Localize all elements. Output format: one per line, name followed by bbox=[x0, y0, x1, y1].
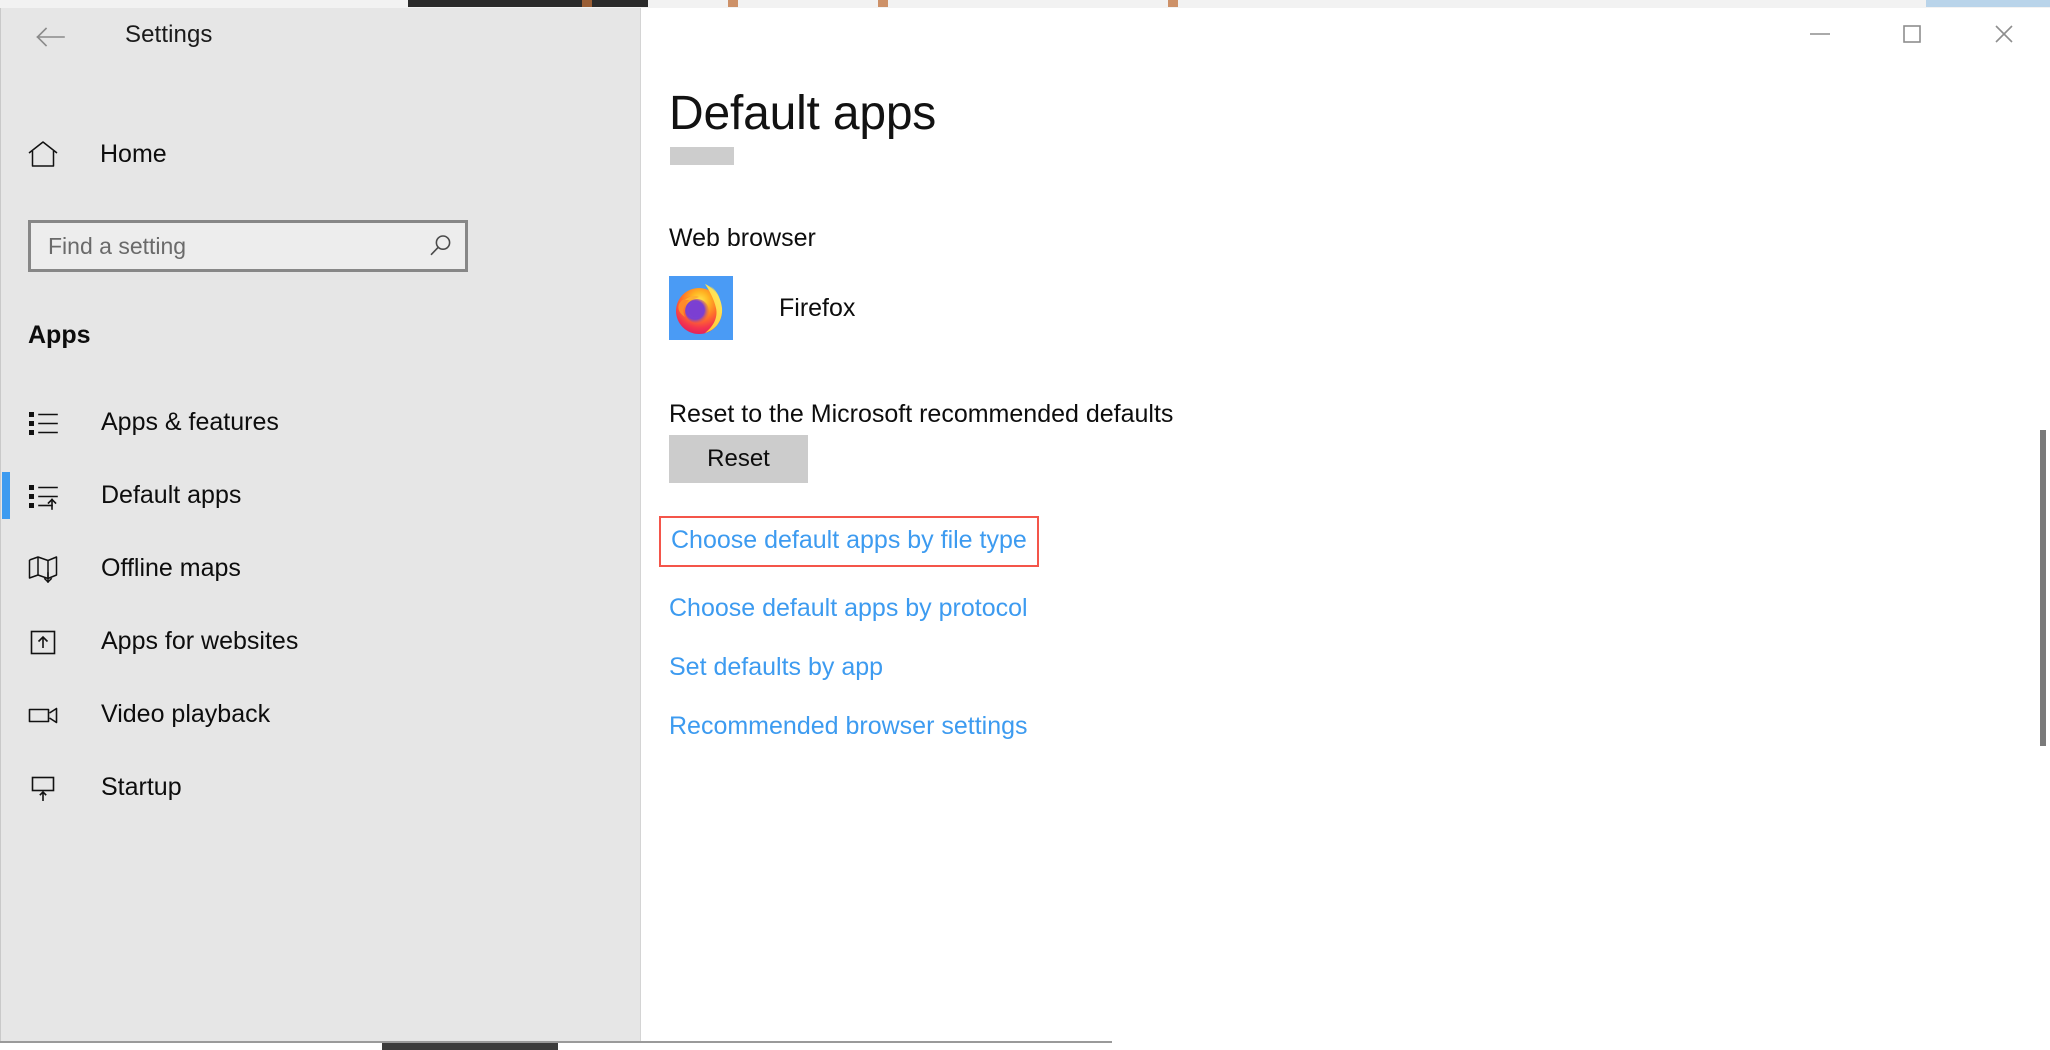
sidebar-item-home[interactable]: Home bbox=[27, 128, 607, 180]
background-window-blue-tab bbox=[1926, 0, 2050, 7]
sidebar-item-apps-features[interactable]: Apps & features bbox=[1, 386, 642, 459]
sidebar-item-apps-for-websites[interactable]: Apps for websites bbox=[1, 605, 642, 678]
box-arrow-up-icon bbox=[28, 627, 74, 657]
list-arrow-up-icon bbox=[28, 481, 74, 511]
search-icon[interactable] bbox=[415, 233, 465, 259]
window-controls bbox=[1774, 8, 2050, 59]
sidebar-item-video-playback[interactable]: Video playback bbox=[1, 678, 642, 751]
firefox-icon[interactable] bbox=[669, 276, 733, 340]
page-title: Default apps bbox=[669, 87, 937, 140]
background-window-accent-2 bbox=[728, 0, 738, 7]
settings-window: Settings Home Find a setting Apps Apps &… bbox=[0, 8, 2050, 1044]
background-window-accent-1 bbox=[582, 0, 592, 7]
link-choose-default-apps-by-protocol[interactable]: Choose default apps by protocol bbox=[669, 594, 1028, 623]
sidebar-item-label: Offline maps bbox=[101, 554, 241, 582]
video-camera-icon bbox=[28, 700, 74, 730]
sidebar-item-label: Apps & features bbox=[101, 408, 279, 436]
sidebar-item-label: Default apps bbox=[101, 481, 242, 509]
background-window-accent-4 bbox=[1168, 0, 1178, 7]
content-scrollbar[interactable] bbox=[2036, 8, 2050, 1042]
app-title: Settings bbox=[125, 21, 213, 48]
search-box[interactable] bbox=[28, 220, 468, 272]
sidebar-item-default-apps[interactable]: Default apps bbox=[1, 459, 642, 532]
sidebar-item-label: Video playback bbox=[101, 700, 271, 728]
back-button[interactable] bbox=[27, 14, 75, 60]
sidebar-item-home-label: Home bbox=[100, 139, 167, 168]
highlight-annotation: Choose default apps by file type bbox=[659, 516, 1039, 567]
maximize-button[interactable] bbox=[1866, 8, 1958, 59]
list-bullets-icon bbox=[28, 408, 74, 438]
minimize-button[interactable] bbox=[1774, 8, 1866, 59]
default-apps-links: Choose default apps by file type Choose … bbox=[659, 516, 1869, 756]
default-browser-name: Firefox bbox=[779, 293, 856, 322]
subtitle-placeholder bbox=[670, 147, 734, 165]
group-label-web-browser: Web browser bbox=[669, 224, 816, 252]
link-row-file-type: Choose default apps by file type bbox=[659, 516, 1869, 579]
default-browser-row[interactable]: Firefox bbox=[669, 276, 855, 340]
reset-description: Reset to the Microsoft recommended defau… bbox=[669, 400, 1174, 428]
link-choose-default-apps-by-file-type[interactable]: Choose default apps by file type bbox=[671, 526, 1027, 555]
monitor-arrow-up-icon bbox=[28, 773, 74, 803]
taskbar-sliver bbox=[382, 1043, 558, 1050]
main-content: Default apps Web browser Firefox Reset t… bbox=[642, 8, 2050, 1042]
background-window-dark-tab bbox=[408, 0, 648, 7]
scrollbar-thumb[interactable] bbox=[2040, 430, 2046, 746]
sidebar-section-title: Apps bbox=[28, 321, 91, 349]
link-row-set-defaults-by-app: Set defaults by app bbox=[669, 638, 1869, 697]
sidebar-item-startup[interactable]: Startup bbox=[1, 751, 642, 824]
settings-sidebar: Settings Home Find a setting Apps Apps &… bbox=[0, 8, 641, 1042]
background-window-accent-3 bbox=[878, 0, 888, 7]
link-set-defaults-by-app[interactable]: Set defaults by app bbox=[669, 653, 883, 682]
sidebar-item-label: Apps for websites bbox=[101, 627, 299, 655]
search-input[interactable] bbox=[31, 222, 415, 270]
sidebar-nav-list: Apps & features Default apps Offline map… bbox=[1, 386, 642, 824]
reset-button[interactable]: Reset bbox=[669, 435, 808, 483]
map-download-icon bbox=[28, 554, 74, 584]
home-icon bbox=[27, 139, 73, 169]
link-row-recommended-browser-settings: Recommended browser settings bbox=[669, 697, 1869, 756]
sidebar-item-offline-maps[interactable]: Offline maps bbox=[1, 532, 642, 605]
link-recommended-browser-settings[interactable]: Recommended browser settings bbox=[669, 712, 1028, 741]
screen: Settings Home Find a setting Apps Apps &… bbox=[0, 0, 2050, 1050]
link-row-protocol: Choose default apps by protocol bbox=[669, 579, 1869, 638]
sidebar-item-label: Startup bbox=[101, 773, 182, 801]
